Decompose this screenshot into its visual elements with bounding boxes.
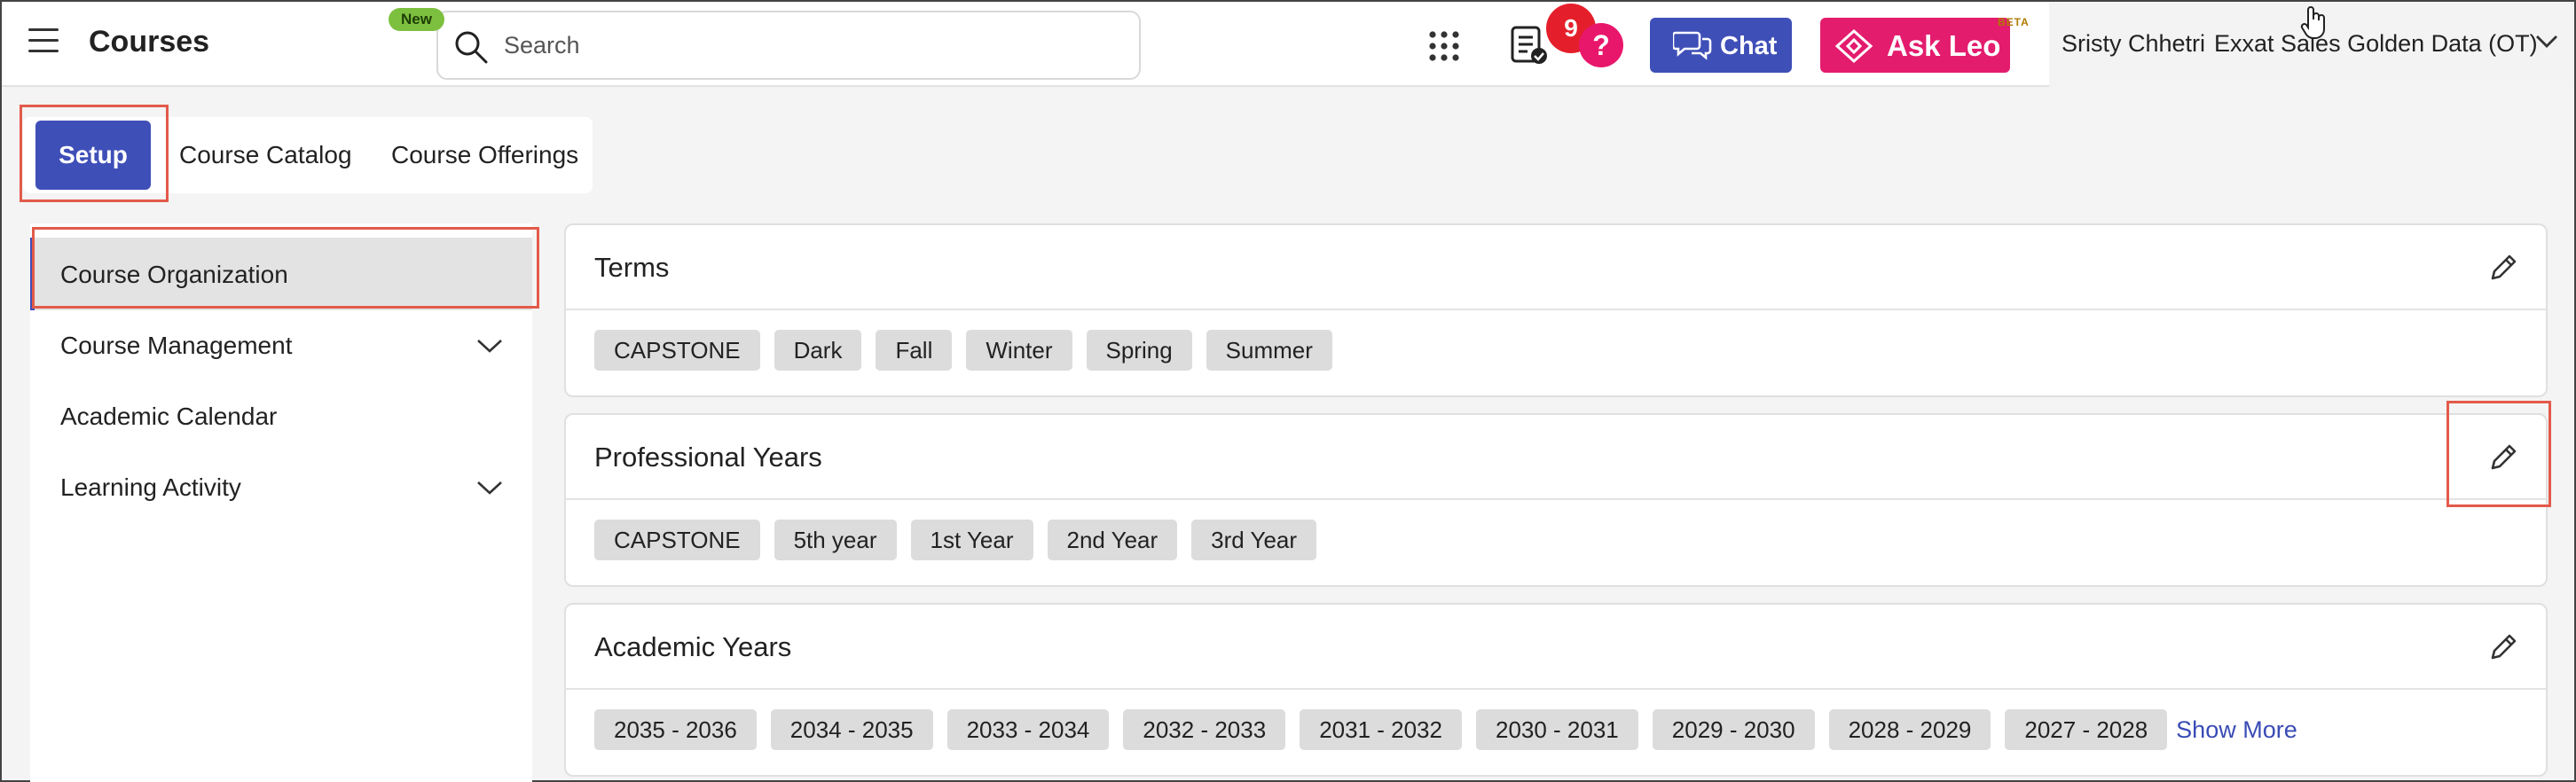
show-more-link[interactable]: Show More [2176, 709, 2297, 750]
term-chip: Dark [774, 330, 862, 371]
sidebar-item-academic-calendar[interactable]: Academic Calendar [30, 379, 532, 452]
highlight-box-course-organization [32, 227, 539, 309]
beta-badge: BETA [1998, 16, 2030, 28]
ask-leo-label: Ask Leo [1887, 29, 2001, 62]
search-box[interactable] [436, 11, 1141, 80]
ask-leo-button[interactable]: Ask Leo [1820, 18, 2010, 73]
pencil-icon[interactable] [2486, 630, 2521, 665]
task-list-icon[interactable] [1510, 25, 1549, 66]
term-chip: Fall [876, 330, 953, 371]
search-input[interactable] [504, 25, 1116, 66]
term-chip: Winter [966, 330, 1072, 371]
new-badge: New [389, 8, 444, 31]
search-icon [455, 31, 488, 64]
tab-course-offerings[interactable]: Course Offerings [391, 117, 578, 193]
professional-year-chip: 5th year [774, 520, 897, 560]
professional-year-chip: 1st Year [910, 520, 1033, 560]
apps-grid-icon[interactable] [1428, 30, 1460, 62]
sidebar-item-label: Course Management [60, 332, 293, 359]
professional-year-chip: 2nd Year [1047, 520, 1178, 560]
help-icon[interactable]: ? [1579, 23, 1623, 67]
org-name: Exxat Sales Golden Data (OT) [2214, 30, 2538, 57]
term-chip: Summer [1206, 330, 1332, 371]
chip-list: CAPSTONE Dark Fall Winter Spring Summer [594, 330, 1347, 372]
academic-year-chip: 2034 - 2035 [770, 709, 933, 750]
card-header: Terms [566, 225, 2546, 310]
academic-year-chip: 2029 - 2030 [1652, 709, 1815, 750]
academic-year-chip: 2028 - 2029 [1828, 709, 1991, 750]
user-name: Sristy Chhetri [2062, 30, 2206, 57]
card-header: Professional Years [566, 415, 2546, 500]
chat-label: Chat [1720, 32, 1778, 60]
academic-year-chip: 2030 - 2031 [1475, 709, 1638, 750]
chevron-down-icon[interactable] [475, 479, 504, 497]
terms-card: Terms CAPSTONE Dark Fall Winter Spring Summer [564, 223, 2548, 397]
academic-year-chip: 2027 - 2028 [2005, 709, 2168, 750]
highlight-box-edit [2446, 401, 2551, 507]
term-chip: Spring [1086, 330, 1192, 371]
academic-year-chip: 2033 - 2034 [946, 709, 1110, 750]
academic-years-card: Academic Years 2035 - 2036 2034 - 2035 203… [564, 603, 2548, 777]
chat-button[interactable]: Chat [1650, 18, 1792, 73]
chevron-down-icon[interactable] [2535, 34, 2558, 50]
highlight-box-setup [20, 105, 169, 202]
pencil-icon[interactable] [2486, 250, 2521, 285]
card-title: Professional Years [594, 442, 822, 473]
card-header: Academic Years [566, 605, 2546, 690]
academic-year-chip: 2035 - 2036 [594, 709, 757, 750]
chip-list: CAPSTONE 5th year 1st Year 2nd Year 3rd Year [594, 520, 1331, 562]
sidebar-item-learning-activity[interactable]: Learning Activity [30, 450, 532, 523]
menu-icon[interactable] [28, 28, 59, 55]
professional-year-chip: CAPSTONE [594, 520, 760, 560]
page-title: Courses [89, 25, 210, 59]
chat-icon [1673, 31, 1712, 60]
card-title: Terms [594, 252, 670, 283]
professional-years-card: Professional Years CAPSTONE 5th year 1st Y… [564, 413, 2548, 587]
chevron-down-icon[interactable] [475, 337, 504, 355]
leo-logo-icon [1834, 28, 1873, 64]
card-title: Academic Years [594, 631, 792, 662]
professional-year-chip: 3rd Year [1191, 520, 1317, 560]
academic-year-chip: 2031 - 2032 [1300, 709, 1462, 750]
academic-year-chip: 2032 - 2033 [1123, 709, 1286, 750]
chip-list: 2035 - 2036 2034 - 2035 2033 - 2034 2032 - … [594, 709, 2297, 752]
top-bar: Courses New 9 ? Chat [2, 2, 2574, 87]
sidebar-item-label: Learning Activity [60, 473, 241, 501]
sidebar-item-label: Academic Calendar [60, 403, 278, 430]
sidebar-item-course-management[interactable]: Course Management [30, 309, 532, 381]
hand-cursor-icon [2300, 6, 2325, 39]
term-chip: CAPSTONE [594, 330, 760, 371]
tab-course-catalog[interactable]: Course Catalog [179, 117, 352, 193]
